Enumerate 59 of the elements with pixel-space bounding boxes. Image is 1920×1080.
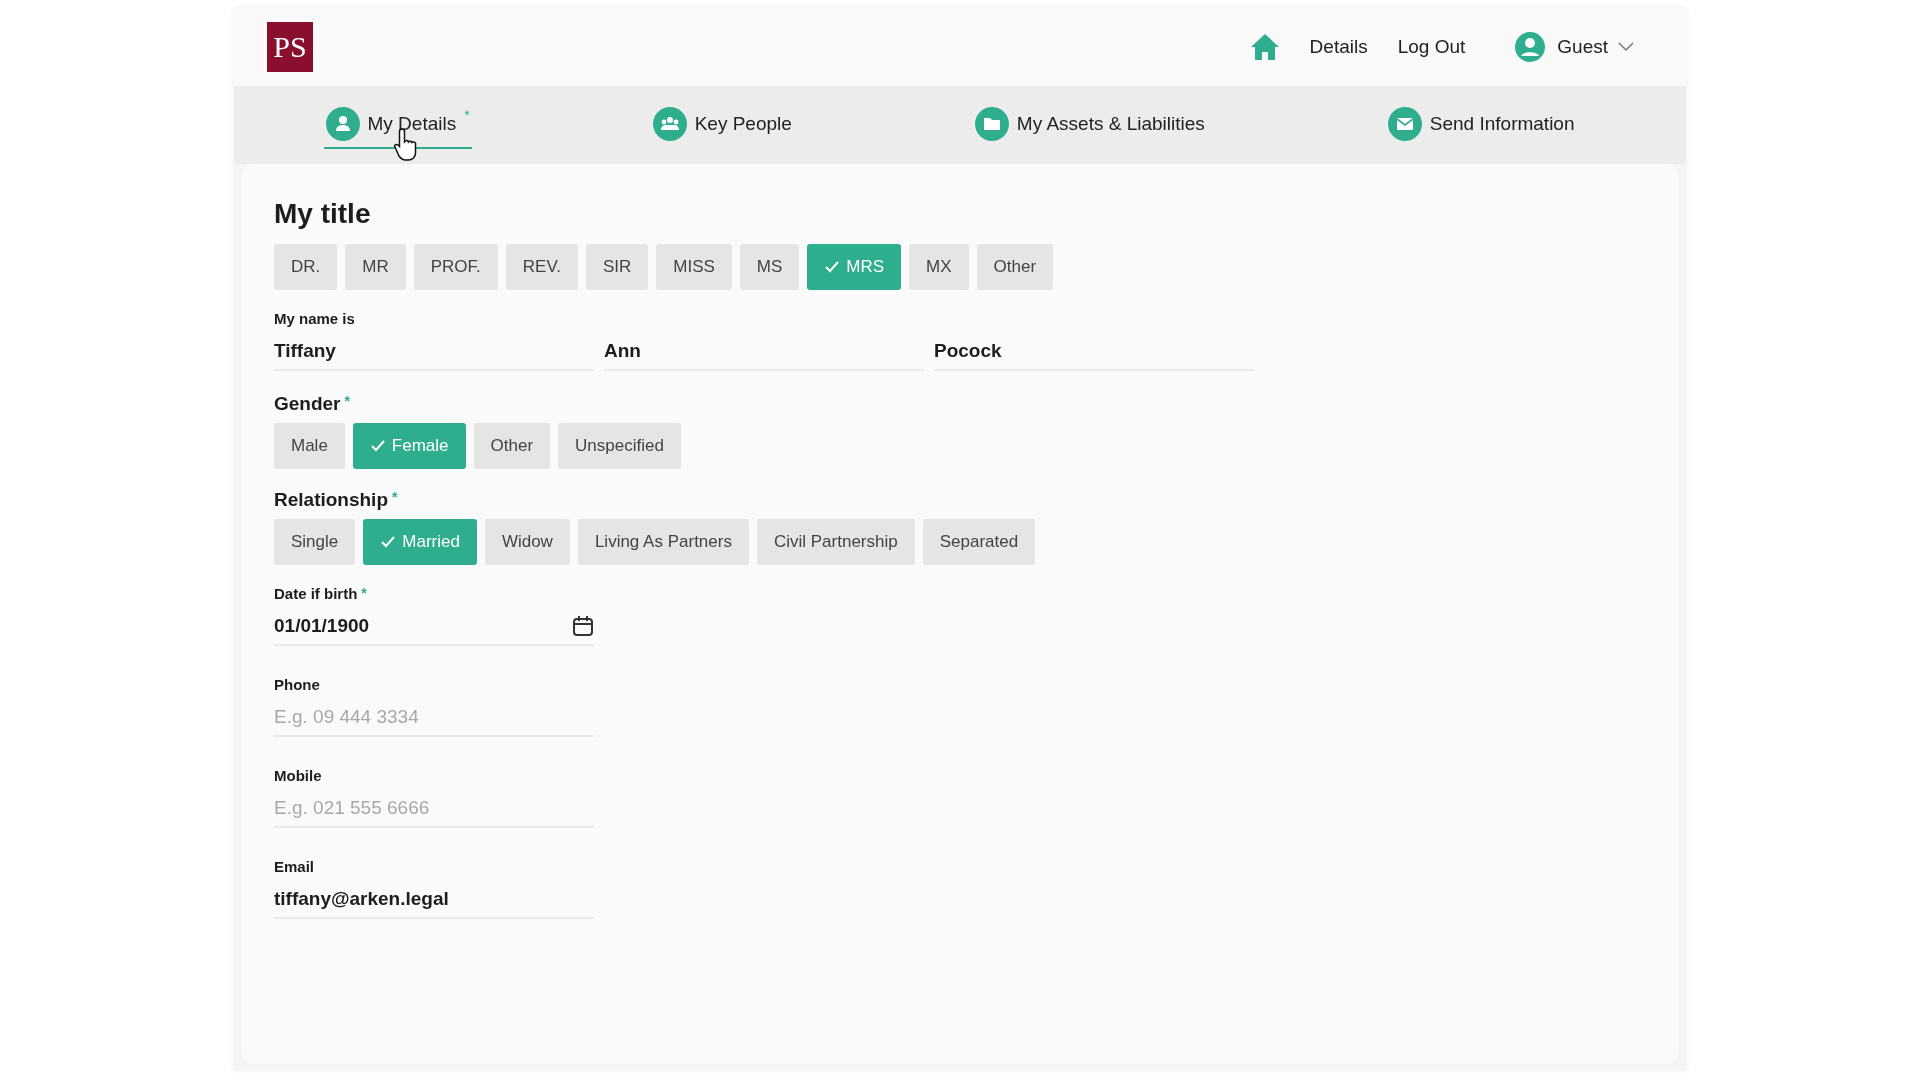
tab[interactable]: My Assets & Liabilities bbox=[972, 101, 1207, 149]
field-label: Phone bbox=[274, 676, 320, 693]
envelope-icon bbox=[1387, 107, 1422, 141]
title-option[interactable]: MR bbox=[345, 244, 406, 290]
user-icon bbox=[1515, 32, 1546, 62]
name-field[interactable]: Ann bbox=[604, 340, 924, 362]
title-option[interactable]: MISS bbox=[656, 244, 732, 290]
title-option[interactable]: PROF. bbox=[413, 244, 498, 290]
user-menu[interactable]: Guest bbox=[1557, 36, 1634, 58]
check-icon bbox=[369, 439, 386, 453]
input-field[interactable]: E.g. 021 555 6666 bbox=[274, 797, 594, 819]
required-mark: * bbox=[344, 393, 350, 409]
title-option[interactable]: Other bbox=[976, 244, 1054, 290]
option-button[interactable]: Single bbox=[274, 519, 356, 565]
person-icon bbox=[325, 107, 360, 141]
tab[interactable]: Key People bbox=[650, 101, 794, 149]
tab-label: My Assets & Liabilities bbox=[1016, 113, 1205, 135]
required-mark: * bbox=[392, 489, 398, 505]
name-field[interactable]: Tiffany bbox=[274, 340, 594, 362]
logo: PS bbox=[267, 22, 313, 72]
tab[interactable]: My Details * bbox=[323, 101, 472, 149]
input-field[interactable]: E.g. 09 444 3334 bbox=[274, 706, 594, 728]
home-icon[interactable] bbox=[1249, 33, 1280, 61]
option-button[interactable]: Civil Partnership bbox=[756, 519, 915, 565]
required-mark: * bbox=[464, 107, 470, 123]
title-option[interactable]: MX bbox=[909, 244, 969, 290]
field-label: Date if birth bbox=[274, 585, 358, 602]
calendar-icon[interactable] bbox=[572, 615, 594, 637]
nav-link[interactable]: Log Out bbox=[1397, 36, 1466, 58]
option-button[interactable]: Male bbox=[274, 423, 345, 469]
group-label: Gender bbox=[274, 393, 341, 415]
name-field[interactable]: Pocock bbox=[934, 340, 1254, 362]
check-icon bbox=[824, 260, 841, 274]
tab-label: Key People bbox=[694, 113, 792, 135]
option-button[interactable]: Other bbox=[473, 423, 551, 469]
nav-link[interactable]: Details bbox=[1309, 36, 1368, 58]
option-button[interactable]: Widow bbox=[484, 519, 570, 565]
option-button[interactable]: Unspecified bbox=[558, 423, 681, 469]
chevron-down-icon bbox=[1618, 42, 1634, 52]
title-option[interactable]: SIR bbox=[585, 244, 649, 290]
check-icon bbox=[380, 535, 397, 549]
date-field[interactable]: 01/01/1900 bbox=[274, 615, 572, 637]
title-option[interactable]: DR. bbox=[274, 244, 338, 290]
option-button[interactable]: Separated bbox=[922, 519, 1036, 565]
people-icon bbox=[652, 107, 687, 141]
title-option[interactable]: MS bbox=[739, 244, 800, 290]
input-field[interactable]: tiffany@arken.legal bbox=[274, 888, 594, 910]
field-label: My name is bbox=[274, 310, 355, 327]
title-option[interactable]: REV. bbox=[505, 244, 578, 290]
section-title: My title bbox=[274, 198, 371, 230]
field-label: Email bbox=[274, 858, 315, 875]
tab-label: Send Information bbox=[1429, 113, 1575, 135]
tab-label: My Details bbox=[367, 113, 457, 135]
folder-icon bbox=[974, 107, 1009, 141]
required-mark: * bbox=[361, 585, 367, 601]
field-label: Mobile bbox=[274, 767, 322, 784]
group-label: Relationship bbox=[274, 489, 388, 511]
option-button[interactable]: Living As Partners bbox=[577, 519, 749, 565]
tab[interactable]: Send Information bbox=[1385, 101, 1577, 149]
